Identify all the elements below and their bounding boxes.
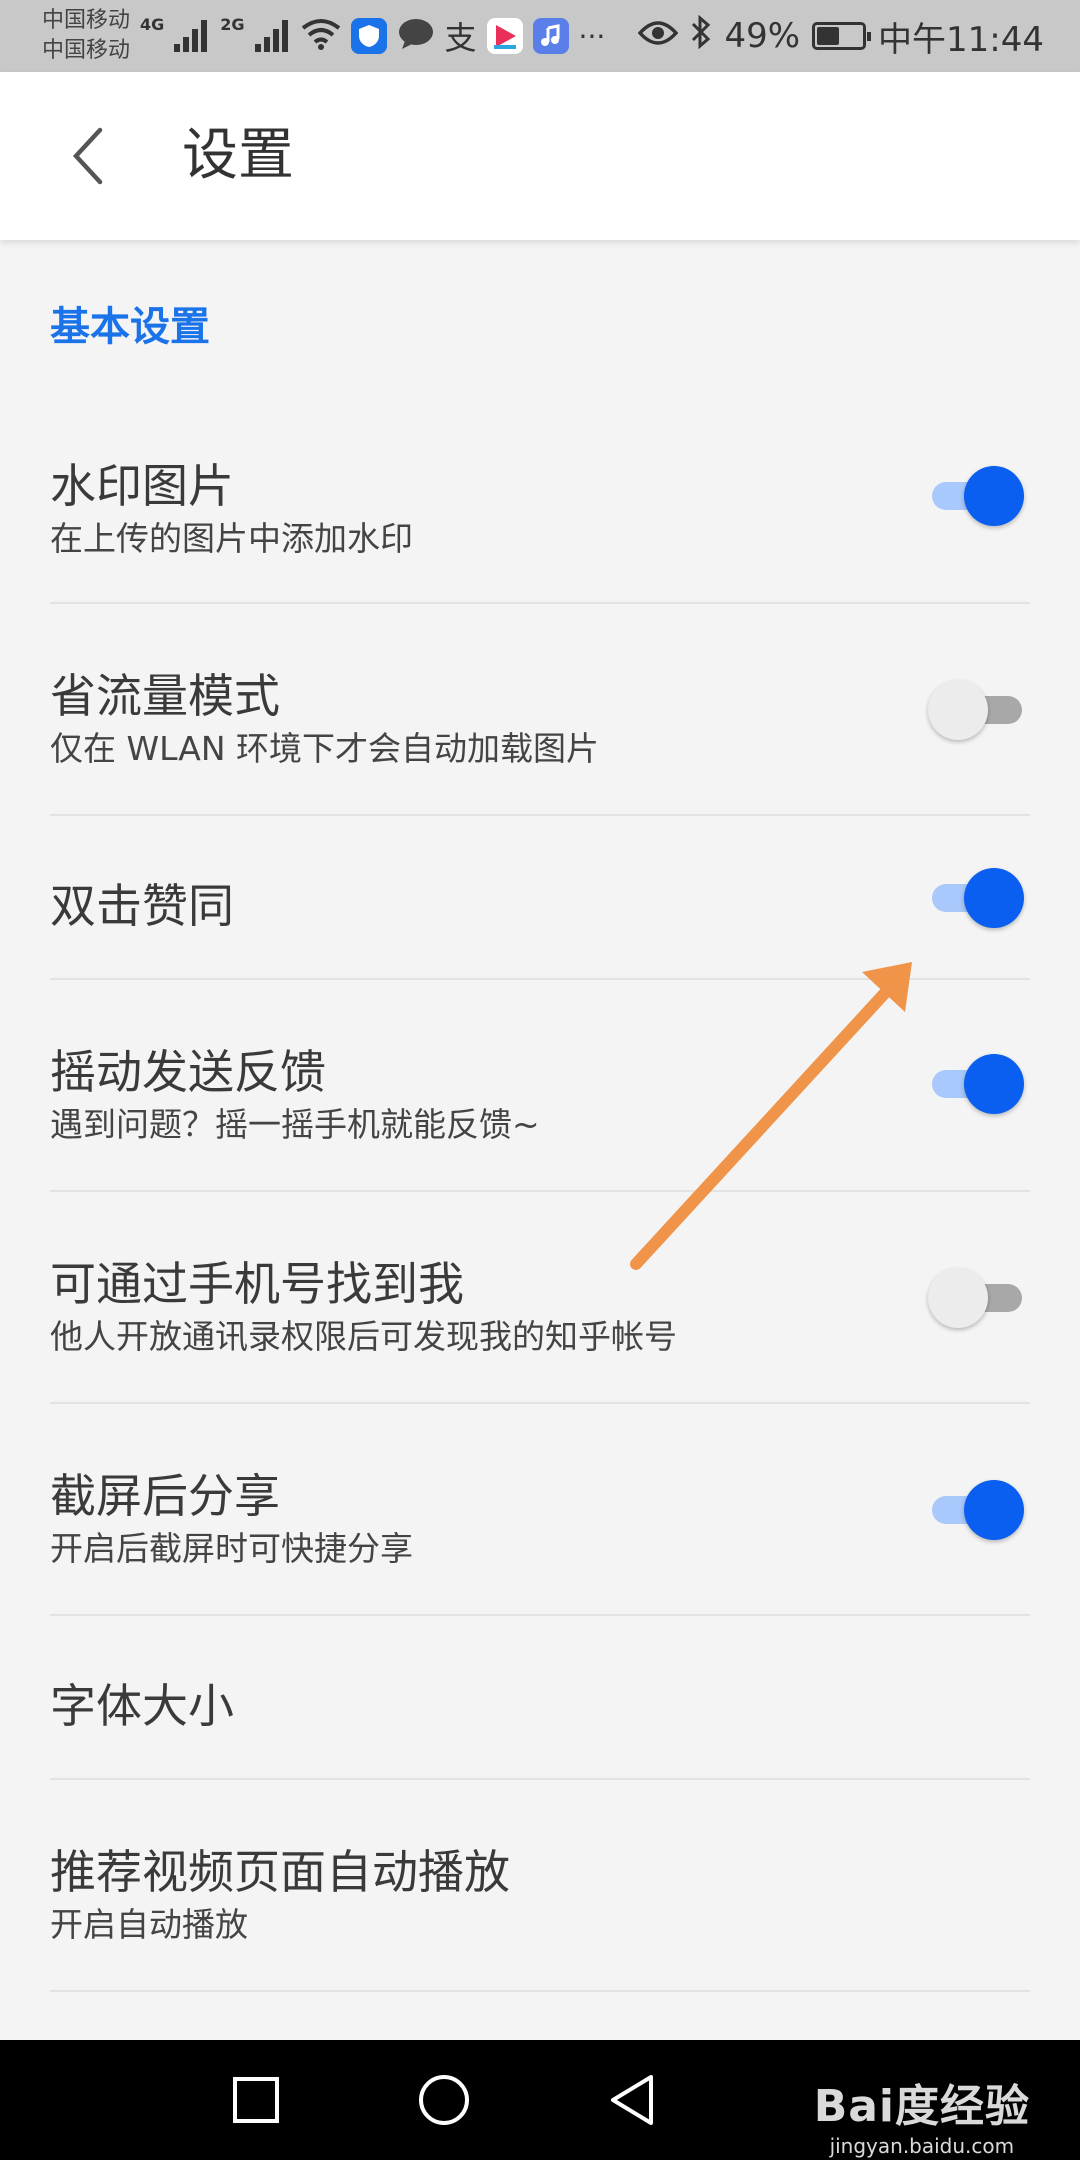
- setting-title: 截屏后分享: [50, 1469, 280, 1523]
- recent-apps-button[interactable]: [226, 2070, 286, 2130]
- recent-apps-icon: [233, 2077, 279, 2123]
- navigation-bar: Bai度经验 jingyan.baidu.com: [0, 2040, 1080, 2160]
- back-button[interactable]: [48, 116, 128, 196]
- setting-title: 摇动发送反馈: [50, 1045, 326, 1099]
- home-icon: [419, 2075, 469, 2125]
- network-type-2: 2G: [220, 14, 245, 34]
- setting-title: 推荐视频页面自动播放: [50, 1845, 510, 1899]
- battery-icon: [812, 22, 872, 50]
- shake-feedback-toggle[interactable]: [928, 1052, 1024, 1116]
- setting-title: 可通过手机号找到我: [50, 1257, 464, 1311]
- network-type-1: 4G: [140, 14, 165, 34]
- setting-shake-feedback[interactable]: 摇动发送反馈 遇到问题？摇一摇手机就能反馈~: [0, 980, 1080, 1192]
- find-by-phone-toggle[interactable]: [928, 1266, 1024, 1330]
- section-title-basic: 基本设置: [50, 304, 210, 350]
- back-nav-button[interactable]: [602, 2070, 662, 2130]
- setting-title: 双击赞同: [50, 879, 234, 933]
- setting-title: 字体大小: [50, 1679, 234, 1733]
- divider: [50, 1990, 1030, 1992]
- screenshot-share-toggle[interactable]: [928, 1478, 1024, 1542]
- carrier-1: 中国移动: [42, 8, 131, 33]
- setting-data-saver[interactable]: 省流量模式 仅在 WLAN 环境下才会自动加载图片: [0, 604, 1080, 816]
- status-left-icons: 4G 2G 支 ···: [140, 10, 605, 62]
- bluetooth-icon: [690, 14, 712, 58]
- setting-title: 水印图片: [50, 459, 234, 513]
- setting-subtitle: 开启后截屏时可快捷分享: [50, 1529, 413, 1568]
- page-title: 设置: [182, 123, 294, 188]
- wifi-icon: [301, 18, 341, 54]
- setting-subtitle: 仅在 WLAN 环境下才会自动加载图片: [50, 729, 600, 768]
- battery-percent: 49%: [724, 16, 801, 56]
- carrier-labels: 中国移动 中国移动: [42, 6, 130, 66]
- video-app-icon: [486, 18, 523, 54]
- watermark-toggle[interactable]: [928, 464, 1024, 528]
- signal-icon-2: [254, 20, 291, 52]
- home-button[interactable]: [414, 2070, 474, 2130]
- music-app-icon: [532, 18, 569, 54]
- app-bar: 设置: [0, 72, 1080, 240]
- more-notifications-icon: ···: [578, 19, 606, 53]
- setting-double-tap-upvote[interactable]: 双击赞同: [0, 816, 1080, 980]
- setting-screenshot-share[interactable]: 截屏后分享 开启后截屏时可快捷分享: [0, 1404, 1080, 1616]
- shield-app-icon: [350, 18, 387, 54]
- alipay-icon: 支: [444, 19, 477, 57]
- double-tap-upvote-toggle[interactable]: [928, 866, 1024, 930]
- watermark-logo: Bai度经验: [813, 2081, 1030, 2132]
- setting-watermark[interactable]: 水印图片 在上传的图片中添加水印: [0, 390, 1080, 604]
- setting-video-autoplay[interactable]: 推荐视频页面自动播放 开启自动播放: [0, 1780, 1080, 1992]
- carrier-2: 中国移动: [42, 38, 131, 63]
- setting-subtitle: 他人开放通讯录权限后可发现我的知乎帐号: [50, 1317, 677, 1356]
- setting-find-by-phone[interactable]: 可通过手机号找到我 他人开放通讯录权限后可发现我的知乎帐号: [0, 1192, 1080, 1404]
- setting-title: 省流量模式: [50, 669, 280, 723]
- chevron-left-icon: [72, 127, 103, 185]
- setting-subtitle: 遇到问题？摇一摇手机就能反馈~: [50, 1105, 540, 1144]
- setting-subtitle: 开启自动播放: [50, 1905, 248, 1944]
- watermark: Bai度经验 jingyan.baidu.com: [814, 2070, 1030, 2158]
- back-triangle-icon: [611, 2075, 653, 2125]
- setting-subtitle: 在上传的图片中添加水印: [50, 519, 413, 558]
- eye-comfort-icon: [638, 16, 679, 56]
- data-saver-toggle[interactable]: [928, 678, 1024, 742]
- chat-bubble-icon: [397, 17, 435, 55]
- watermark-url: jingyan.baidu.com: [829, 2134, 1015, 2158]
- signal-icon: [174, 20, 210, 52]
- status-bar: 中国移动 中国移动 4G 2G 支 ··· 49% 中午11:44: [0, 0, 1080, 72]
- setting-font-size[interactable]: 字体大小: [0, 1616, 1080, 1780]
- status-right-icons: 49% 中午11:44: [638, 10, 1044, 62]
- clock: 中午11:44: [878, 19, 1044, 60]
